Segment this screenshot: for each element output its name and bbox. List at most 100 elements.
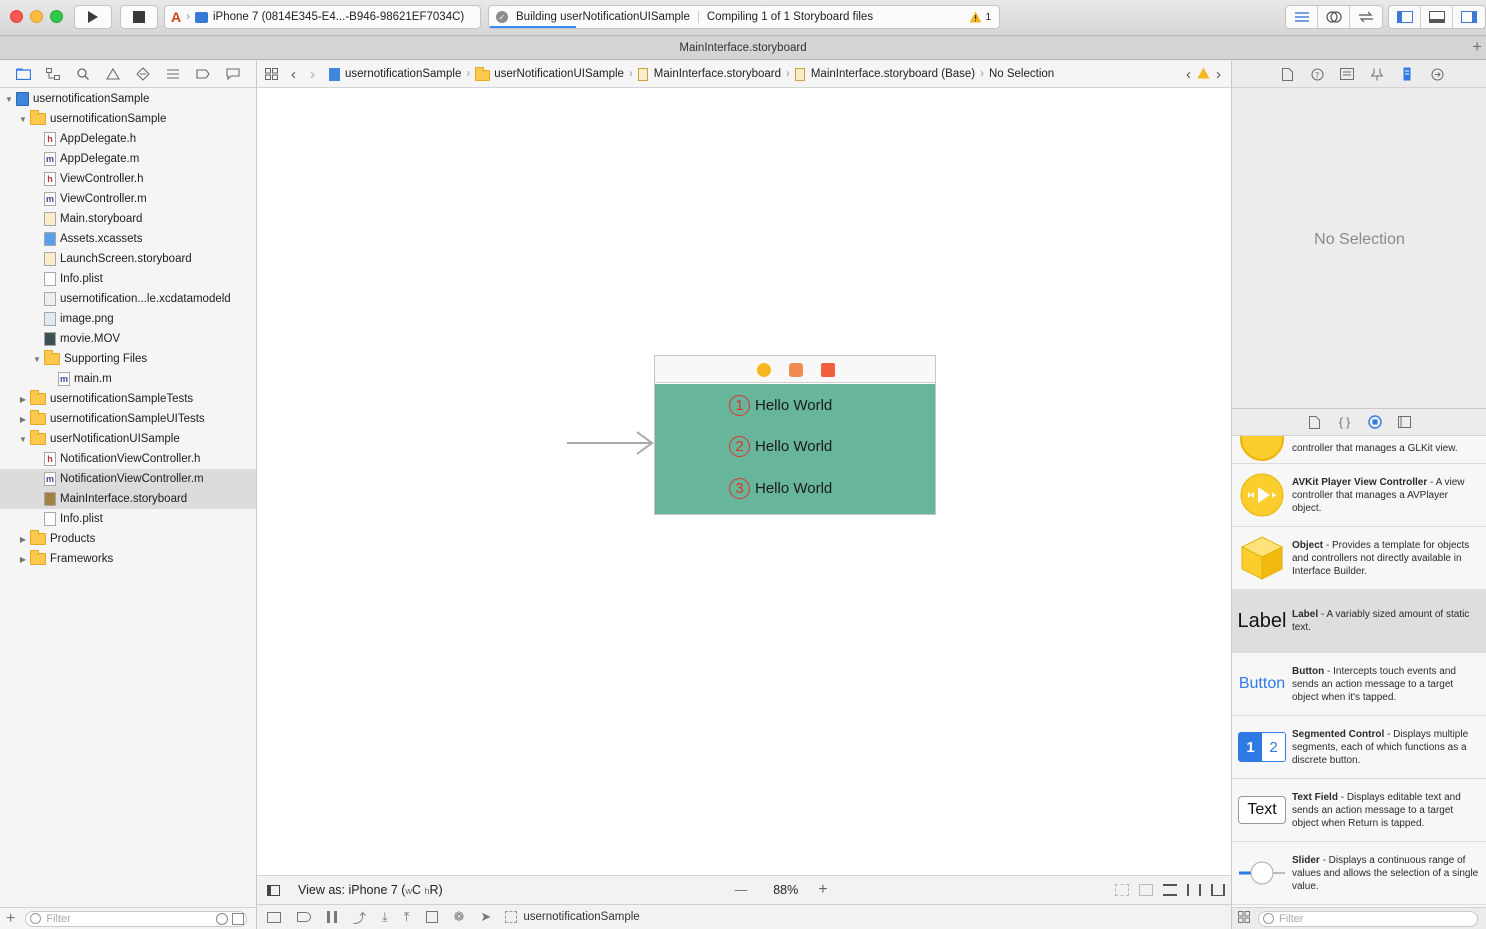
navigator-item[interactable]: m NotificationViewController.m [0,469,256,489]
library-item-avkit-player-view-controller[interactable]: AVKit Player View Controller - A view co… [1232,464,1486,527]
navigator-item[interactable]: MainInterface.storyboard [0,489,256,509]
add-file-icon[interactable]: + [6,910,15,928]
navigator-item[interactable]: Info.plist [0,269,256,289]
add-tab-icon[interactable]: + [1472,37,1482,57]
library-filter-field[interactable]: Filter [1258,910,1478,927]
navigator-item[interactable]: movie.MOV [0,329,256,349]
document-outline-toggle-icon[interactable] [267,884,280,896]
hide-debug-area-icon[interactable] [267,911,281,923]
embed-stack-icon[interactable] [1139,884,1153,896]
scene-view[interactable]: 1 Hello World 2 Hello World 3 Hello Worl… [655,384,935,514]
version-editor-button[interactable] [1350,6,1382,28]
navigator-item[interactable]: Info.plist [0,509,256,529]
align-icon[interactable] [1163,884,1177,896]
navigator-item[interactable]: ▶ usernotificationSampleTests [0,389,256,409]
identity-inspector-icon[interactable] [1332,68,1362,80]
initial-view-controller-arrow-icon[interactable] [567,431,655,455]
navigator-item[interactable]: ▼ usernotificationSample [0,89,256,109]
disclosure-open-icon[interactable]: ▼ [4,95,14,104]
navigator-item[interactable]: m main.m [0,369,256,389]
toggle-navigator-button[interactable] [1389,6,1421,28]
library-grid-view-icon[interactable] [1238,911,1250,926]
code-snippet-library-icon[interactable]: { } [1337,415,1353,429]
update-frames-icon[interactable] [1115,884,1129,896]
crumb-group[interactable]: userNotificationUISample [494,68,624,80]
search-icon[interactable] [68,68,98,80]
zoom-window-button[interactable] [50,10,63,23]
breakpoints-toggle-icon[interactable] [297,912,311,922]
jumpbar-warning-icon[interactable] [1197,67,1210,82]
navigator-item[interactable]: Assets.xcassets [0,229,256,249]
library-item-button[interactable]: Button Button - Intercepts touch events … [1232,653,1486,716]
file-inspector-icon[interactable] [1272,67,1302,81]
minimize-window-button[interactable] [30,10,43,23]
first-responder-cube-icon[interactable] [789,363,803,377]
crumb-localization[interactable]: MainInterface.storyboard (Base) [811,68,975,80]
zoom-in-button[interactable]: + [818,881,827,899]
back-chevron-icon[interactable]: ‹ [291,66,296,83]
object-library-list[interactable]: controller that manages a GLKit view. AV… [1232,436,1486,907]
navigator-item[interactable]: m ViewController.m [0,189,256,209]
debug-gauges-icon[interactable] [158,68,188,80]
crumb-selection[interactable]: No Selection [989,68,1054,80]
close-window-button[interactable] [10,10,23,23]
breakpoint-tag-icon[interactable] [188,69,218,79]
previous-issue-chevron-icon[interactable]: ‹ [1186,66,1191,83]
navigator-item[interactable]: ▼ userNotificationUISample [0,429,256,449]
recent-files-clock-icon[interactable] [216,912,229,925]
standard-editor-button[interactable] [1286,6,1318,28]
disclosure-closed-icon[interactable]: ▶ [18,415,28,424]
tab-title[interactable]: MainInterface.storyboard [679,42,806,54]
exit-icon[interactable] [821,363,835,377]
view-as-label[interactable]: View as: iPhone 7 (wC hR) [298,883,443,897]
disclosure-open-icon[interactable]: ▼ [18,435,28,444]
library-item-text-field[interactable]: Text Text Field - Displays editable text… [1232,779,1486,842]
warning-indicator[interactable]: 1 [969,11,991,23]
issue-warning-icon[interactable] [98,68,128,80]
library-item-glkit-view-controller[interactable]: controller that manages a GLKit view. [1232,436,1486,464]
view-controller-icon[interactable] [757,363,771,377]
stop-button[interactable] [120,5,158,29]
forward-chevron-icon[interactable]: › [310,66,315,83]
navigator-item[interactable]: usernotification...le.xcdatamodeld [0,289,256,309]
folder-icon[interactable] [8,68,38,80]
memory-graph-icon[interactable]: ❁ [454,909,465,925]
navigator-item[interactable]: Main.storyboard [0,209,256,229]
navigator-item[interactable]: h AppDelegate.h [0,129,256,149]
hello-world-label-2[interactable]: 2 Hello World [729,436,832,457]
attributes-inspector-icon[interactable] [1362,68,1392,81]
navigator-item[interactable]: h ViewController.h [0,169,256,189]
test-diamond-icon[interactable] [128,67,158,81]
navigator-item[interactable]: ▼ usernotificationSample [0,109,256,129]
run-button[interactable] [74,5,112,29]
view-debugger-icon[interactable] [425,911,438,923]
resolve-autolayout-icon[interactable] [1211,884,1225,896]
disclosure-closed-icon[interactable]: ▶ [18,555,28,564]
library-item-object[interactable]: Object - Provides a template for objects… [1232,527,1486,590]
related-items-grid-icon[interactable] [265,68,279,80]
simulate-location-icon[interactable]: ➤ [480,909,491,925]
navigator-item[interactable]: m AppDelegate.m [0,149,256,169]
disclosure-open-icon[interactable]: ▼ [32,355,42,364]
quick-help-icon[interactable]: ? [1302,68,1332,81]
navigator-item[interactable]: ▶ Products [0,529,256,549]
navigator-item[interactable]: LaunchScreen.storyboard [0,249,256,269]
disclosure-closed-icon[interactable]: ▶ [18,395,28,404]
navigator-item[interactable]: image.png [0,309,256,329]
navigator-filter-field[interactable]: Filter [25,910,248,927]
navigator-item[interactable]: ▼ Supporting Files [0,349,256,369]
storyboard-canvas[interactable]: 1 Hello World 2 Hello World 3 Hello Worl… [257,88,1231,875]
report-bubble-icon[interactable] [218,68,248,80]
disclosure-open-icon[interactable]: ▼ [18,115,28,124]
navigator-item[interactable]: ▶ Frameworks [0,549,256,569]
file-template-library-icon[interactable] [1307,415,1323,429]
step-out-icon[interactable]: ⤒ [404,909,410,925]
pin-icon[interactable] [1187,884,1201,896]
navigator-item[interactable]: h NotificationViewController.h [0,449,256,469]
disclosure-closed-icon[interactable]: ▶ [18,535,28,544]
crumb-file[interactable]: MainInterface.storyboard [654,68,781,80]
crumb-project[interactable]: usernotificationSample [345,68,461,80]
step-over-icon[interactable]: ⤴ [353,908,366,927]
library-item-segmented-control[interactable]: 1 2 Segmented Control - Displays multipl… [1232,716,1486,779]
scheme-selector[interactable]: A › iPhone 7 (0814E345-E4...-B946-98621E… [164,5,481,29]
